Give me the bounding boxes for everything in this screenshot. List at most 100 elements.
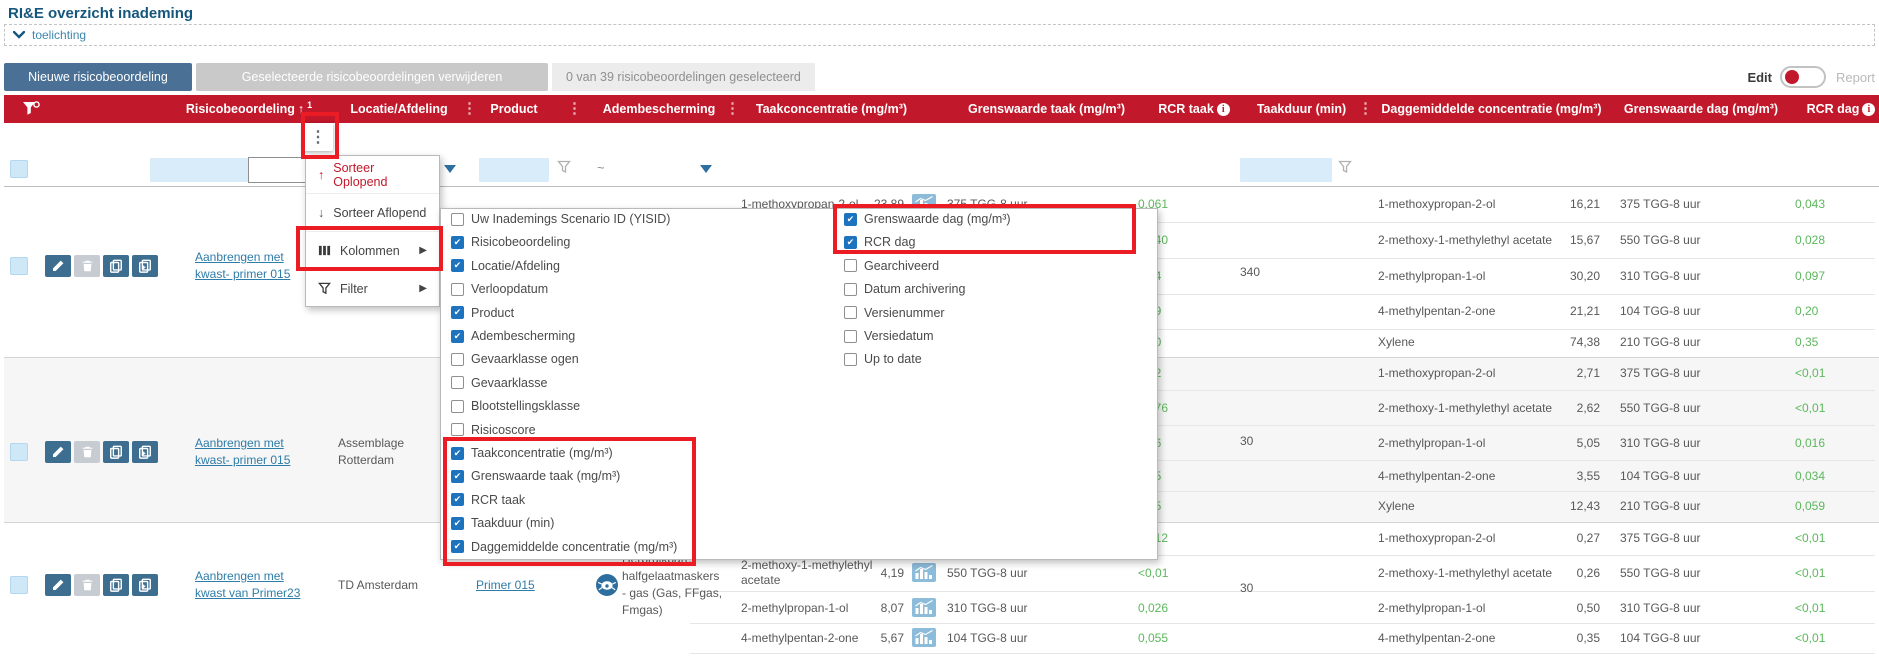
column-toggle-product[interactable]: ✔Product xyxy=(451,304,514,322)
delete-button[interactable] xyxy=(74,441,100,463)
menu-item-kolommen[interactable]: Kolommen ▶ xyxy=(306,232,439,270)
column-toggle-versiedatum[interactable]: Versiedatum xyxy=(844,327,933,345)
delete-button[interactable] xyxy=(74,255,100,277)
taakduur-cell: 340 xyxy=(1240,264,1280,280)
checkbox-checked-icon: ✔ xyxy=(451,517,464,530)
column-toggle-gearchiveerd[interactable]: Gearchiveerd xyxy=(844,257,939,275)
grid-header: Risicobeoordeling↑1 Locatie/Afdeling ⋮ P… xyxy=(4,95,1879,123)
exposure-chart-icon[interactable] xyxy=(912,563,936,587)
column-toggle-locatie-afdeling[interactable]: ✔Locatie/Afdeling xyxy=(451,257,560,275)
delete-button[interactable] xyxy=(74,574,100,596)
column-toggle-rcr-taak[interactable]: ✔RCR taak xyxy=(451,491,525,509)
edit-button[interactable] xyxy=(45,574,71,596)
column-header-grenswaarde-taak[interactable]: Grenswaarde taak (mg/m³) xyxy=(954,95,1139,123)
column-toggle-rcr-dag[interactable]: ✔RCR dag xyxy=(844,233,915,251)
row-select-checkbox[interactable] xyxy=(10,576,28,594)
checkbox-checked-icon: ✔ xyxy=(451,330,464,343)
checkbox-unchecked-icon xyxy=(844,353,857,366)
rcr-dag-value: <0,01 xyxy=(1795,565,1855,581)
exposure-chart-icon[interactable] xyxy=(912,628,936,652)
copy-button[interactable] xyxy=(103,441,129,463)
checkbox-unchecked-icon xyxy=(451,213,464,226)
column-header-product[interactable]: Product xyxy=(459,95,569,123)
rcr-dag-info-icon[interactable]: i xyxy=(1862,103,1875,116)
copy-to-button[interactable] xyxy=(132,255,158,277)
checkbox-unchecked-icon xyxy=(844,306,857,319)
column-header-daggemiddelde[interactable]: Daggemiddelde concentratie (mg/m³) xyxy=(1374,95,1609,123)
copy-button[interactable] xyxy=(103,255,129,277)
edit-button[interactable] xyxy=(45,441,71,463)
column-header-adembescherming[interactable]: Adembescherming xyxy=(594,95,724,123)
column-toggle-versienummer[interactable]: Versienummer xyxy=(844,304,945,322)
column-header-grenswaarde-dag[interactable]: Grenswaarde dag (mg/m³) xyxy=(1616,95,1786,123)
checkbox-unchecked-icon xyxy=(451,283,464,296)
column-toggle-risicobeoordeling[interactable]: ✔Risicobeoordeling xyxy=(451,233,570,251)
column-toggle-label: Gevaarklasse xyxy=(471,376,547,390)
column-toggle-daggemiddelde-concentratie-mg-m[interactable]: ✔Daggemiddelde concentratie (mg/m³) xyxy=(451,538,677,556)
adembescherming-column-menu-icon[interactable]: ⋮ xyxy=(725,99,740,119)
row-select-checkbox[interactable] xyxy=(10,257,28,275)
checkbox-unchecked-icon xyxy=(844,283,857,296)
column-toggle-taakconcentratie-mg-m[interactable]: ✔Taakconcentratie (mg/m³) xyxy=(451,444,613,462)
daggemiddelde-value: 0,35 xyxy=(1532,630,1600,646)
checkbox-checked-icon: ✔ xyxy=(844,213,857,226)
submenu-arrow-icon: ▶ xyxy=(419,245,427,256)
column-toggle-uw-inademings-scenario-id-yisid[interactable]: Uw Inademings Scenario ID (YISID) xyxy=(451,210,670,228)
rcr-dag-value: 0,059 xyxy=(1795,498,1855,514)
column-toggle-gevaarklasse[interactable]: Gevaarklasse xyxy=(451,374,547,392)
column-toggle-label: Grenswaarde taak (mg/m³) xyxy=(471,469,620,483)
column-toggle-verloopdatum[interactable]: Verloopdatum xyxy=(451,280,548,298)
column-header-taakconcentratie[interactable]: Taakconcentratie (mg/m³) xyxy=(739,95,924,123)
taak-concentratie-value: 4,19 xyxy=(832,565,904,581)
menu-item-filter[interactable]: Filter ▶ xyxy=(306,270,439,307)
column-toggle-up-to-date[interactable]: Up to date xyxy=(844,350,922,368)
daggemiddelde-value: 5,05 xyxy=(1532,435,1600,451)
grenswaarde-dag-cell: 210 TGG-8 uur xyxy=(1620,498,1735,514)
column-toggle-gevaarklasse-ogen[interactable]: Gevaarklasse ogen xyxy=(451,350,579,368)
taak-concentratie-value: 8,07 xyxy=(832,600,904,616)
product-link[interactable]: Primer 015 xyxy=(476,577,535,593)
sort-ascending-icon: ↑ xyxy=(318,168,324,182)
column-toggle-datum-archivering[interactable]: Datum archivering xyxy=(844,280,965,298)
menu-item-sorteer-oplopend[interactable]: ↑ Sorteer Oplopend xyxy=(306,156,439,194)
exposure-chart-icon[interactable] xyxy=(912,598,936,622)
column-header-risicobeoordeling[interactable]: Risicobeoordeling↑1 xyxy=(179,95,319,123)
rcr-taak-info-icon[interactable]: i xyxy=(1217,103,1230,116)
product-column-menu-icon[interactable]: ⋮ xyxy=(567,99,582,119)
copy-to-button[interactable] xyxy=(132,441,158,463)
column-toggle-blootstellingsklasse[interactable]: Blootstellingsklasse xyxy=(451,397,580,415)
column-header-rcr-taak[interactable]: RCR taaki xyxy=(1144,95,1244,123)
risicobeoordeling-link[interactable]: Aanbrengen met kwast- primer 015 xyxy=(195,435,310,469)
daggemiddelde-value: 15,67 xyxy=(1532,232,1600,248)
column-toggle-risicoscore[interactable]: Risicoscore xyxy=(451,421,536,439)
submenu-arrow-icon: ▶ xyxy=(419,283,427,294)
rcr-dag-value: 0,097 xyxy=(1795,268,1855,284)
rcr-dag-value: <0,01 xyxy=(1795,600,1855,616)
column-toggle-taakduur-min[interactable]: ✔Taakduur (min) xyxy=(451,514,554,532)
taakduur-column-menu-icon[interactable]: ⋮ xyxy=(1358,99,1373,119)
column-toggle-label: Risicoscore xyxy=(471,423,536,437)
risicobeoordeling-link[interactable]: Aanbrengen met kwast van Primer23 xyxy=(195,568,310,602)
edit-button[interactable] xyxy=(45,255,71,277)
table-top-line xyxy=(4,186,1879,187)
menu-item-sorteer-aflopend[interactable]: ↓ Sorteer Aflopend xyxy=(306,194,439,232)
risicobeoordeling-link[interactable]: Aanbrengen met kwast- primer 015 xyxy=(195,249,310,283)
column-toggle-grenswaarde-taak-mg-m[interactable]: ✔Grenswaarde taak (mg/m³) xyxy=(451,467,620,485)
risicobeoordeling-column-menu-button[interactable]: ⋮ xyxy=(303,123,333,151)
column-header-locatie[interactable]: Locatie/Afdeling xyxy=(339,95,459,123)
clear-filters-icon[interactable] xyxy=(22,101,40,122)
column-header-rcr-dag[interactable]: RCR dagi xyxy=(1799,95,1879,123)
copy-to-button[interactable] xyxy=(132,574,158,596)
daggemiddelde-value: 21,21 xyxy=(1532,303,1600,319)
row-select-checkbox[interactable] xyxy=(10,443,28,461)
rcr-dag-value: 0,016 xyxy=(1795,435,1855,451)
rcr-taak-value: 0,026 xyxy=(1138,600,1186,616)
column-toggle-adembescherming[interactable]: ✔Adembescherming xyxy=(451,327,575,345)
column-header-taakduur[interactable]: Taakduur (min) xyxy=(1249,95,1354,123)
column-toggle-label: Versiedatum xyxy=(864,329,933,343)
rcr-dag-value: 0,20 xyxy=(1795,303,1855,319)
copy-button[interactable] xyxy=(103,574,129,596)
adembescherming-cell: Herbruikbare halfgelaatmaskers - gas (Ga… xyxy=(622,551,724,619)
daggemiddelde-value: 30,20 xyxy=(1532,268,1600,284)
column-toggle-grenswaarde-dag-mg-m[interactable]: ✔Grenswaarde dag (mg/m³) xyxy=(844,210,1011,228)
